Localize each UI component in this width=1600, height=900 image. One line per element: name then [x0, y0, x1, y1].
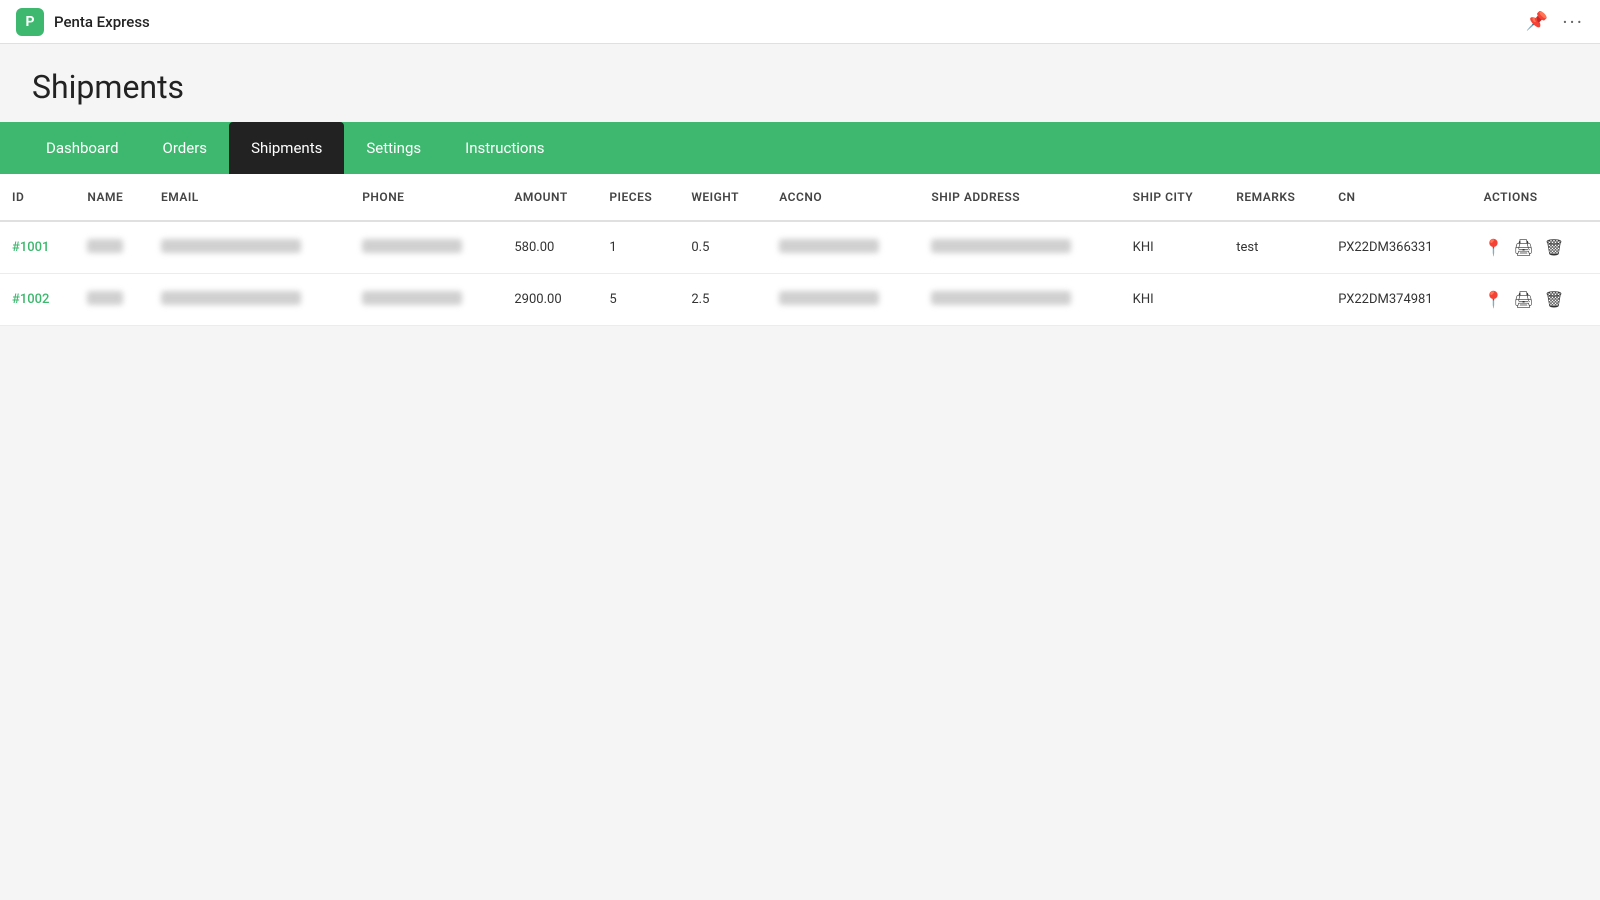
cell-accno-1001 — [767, 221, 919, 274]
blurred-phone-1001 — [362, 239, 462, 253]
col-id: ID — [0, 174, 75, 221]
col-ship-address: SHIP ADDRESS — [919, 174, 1120, 221]
page-title-area: Shipments — [0, 44, 1600, 122]
blurred-email-1002 — [161, 291, 301, 305]
topbar-left: P Penta Express — [16, 8, 150, 36]
col-weight: WEIGHT — [679, 174, 767, 221]
navbar: Dashboard Orders Shipments Settings Inst… — [0, 122, 1600, 174]
delete-icon-1002[interactable]: 🗑 — [1544, 290, 1564, 309]
pin-icon[interactable]: 📌 — [1526, 11, 1548, 32]
cell-pieces-1001: 1 — [597, 221, 679, 274]
topbar: P Penta Express 📌 ··· — [0, 0, 1600, 44]
table-row: #1001 580.00 1 0.5 — [0, 221, 1600, 274]
shipments-table: ID NAME EMAIL PHONE AMOUNT PIECES WEIGHT… — [0, 174, 1600, 326]
cell-id-1002: #1002 — [0, 274, 75, 326]
cell-email-1002 — [149, 274, 350, 326]
action-icons-1001: 📍 🖨 🗑 — [1484, 238, 1588, 257]
nav-item-dashboard[interactable]: Dashboard — [24, 122, 141, 174]
cell-remarks-1001: test — [1224, 221, 1326, 274]
main-content: ID NAME EMAIL PHONE AMOUNT PIECES WEIGHT… — [0, 174, 1600, 326]
cell-cn-1001: PX22DM366331 — [1326, 221, 1471, 274]
table-header-row: ID NAME EMAIL PHONE AMOUNT PIECES WEIGHT… — [0, 174, 1600, 221]
col-actions: ACTIONS — [1472, 174, 1600, 221]
cell-email-1001 — [149, 221, 350, 274]
blurred-accno-1001 — [779, 239, 879, 253]
blurred-phone-1002 — [362, 291, 462, 305]
cell-amount-1002: 2900.00 — [502, 274, 597, 326]
action-icons-1002: 📍 🖨 🗑 — [1484, 290, 1588, 309]
col-remarks: REMARKS — [1224, 174, 1326, 221]
col-ship-city: SHIP CITY — [1121, 174, 1225, 221]
topbar-right: 📌 ··· — [1526, 10, 1584, 34]
nav-item-shipments[interactable]: Shipments — [229, 122, 344, 174]
cell-ship-address-1002 — [919, 274, 1120, 326]
blurred-name-1002 — [87, 291, 123, 305]
col-amount: AMOUNT — [502, 174, 597, 221]
col-name: NAME — [75, 174, 149, 221]
cell-id-1001: #1001 — [0, 221, 75, 274]
cell-amount-1001: 580.00 — [502, 221, 597, 274]
print-icon-1002[interactable]: 🖨 — [1514, 290, 1534, 309]
col-cn: CN — [1326, 174, 1471, 221]
cell-name-1001 — [75, 221, 149, 274]
location-icon-1002[interactable]: 📍 — [1484, 290, 1504, 309]
table-container: ID NAME EMAIL PHONE AMOUNT PIECES WEIGHT… — [0, 174, 1600, 326]
cell-accno-1002 — [767, 274, 919, 326]
more-icon[interactable]: ··· — [1562, 10, 1584, 34]
col-pieces: PIECES — [597, 174, 679, 221]
print-icon-1001[interactable]: 🖨 — [1514, 238, 1534, 257]
app-icon: P — [16, 8, 44, 36]
page-title: Shipments — [32, 68, 1568, 106]
cell-ship-city-1002: KHI — [1121, 274, 1225, 326]
table-row: #1002 2900.00 5 2.5 — [0, 274, 1600, 326]
cell-name-1002 — [75, 274, 149, 326]
cell-ship-address-1001 — [919, 221, 1120, 274]
nav-item-orders[interactable]: Orders — [141, 122, 230, 174]
cell-pieces-1002: 5 — [597, 274, 679, 326]
cell-ship-city-1001: KHI — [1121, 221, 1225, 274]
blurred-address-1001 — [931, 239, 1071, 253]
cell-phone-1001 — [350, 221, 502, 274]
location-icon-1001[interactable]: 📍 — [1484, 238, 1504, 257]
cell-remarks-1002 — [1224, 274, 1326, 326]
nav-item-instructions[interactable]: Instructions — [443, 122, 566, 174]
blurred-email-1001 — [161, 239, 301, 253]
blurred-name-1001 — [87, 239, 123, 253]
cell-weight-1002: 2.5 — [679, 274, 767, 326]
cell-weight-1001: 0.5 — [679, 221, 767, 274]
col-accno: ACCNO — [767, 174, 919, 221]
col-phone: PHONE — [350, 174, 502, 221]
delete-icon-1001[interactable]: 🗑 — [1544, 238, 1564, 257]
cell-cn-1002: PX22DM374981 — [1326, 274, 1471, 326]
cell-actions-1002: 📍 🖨 🗑 — [1472, 274, 1600, 326]
blurred-accno-1002 — [779, 291, 879, 305]
nav-item-settings[interactable]: Settings — [344, 122, 443, 174]
cell-actions-1001: 📍 🖨 🗑 — [1472, 221, 1600, 274]
col-email: EMAIL — [149, 174, 350, 221]
blurred-address-1002 — [931, 291, 1071, 305]
cell-phone-1002 — [350, 274, 502, 326]
app-name: Penta Express — [54, 13, 150, 31]
